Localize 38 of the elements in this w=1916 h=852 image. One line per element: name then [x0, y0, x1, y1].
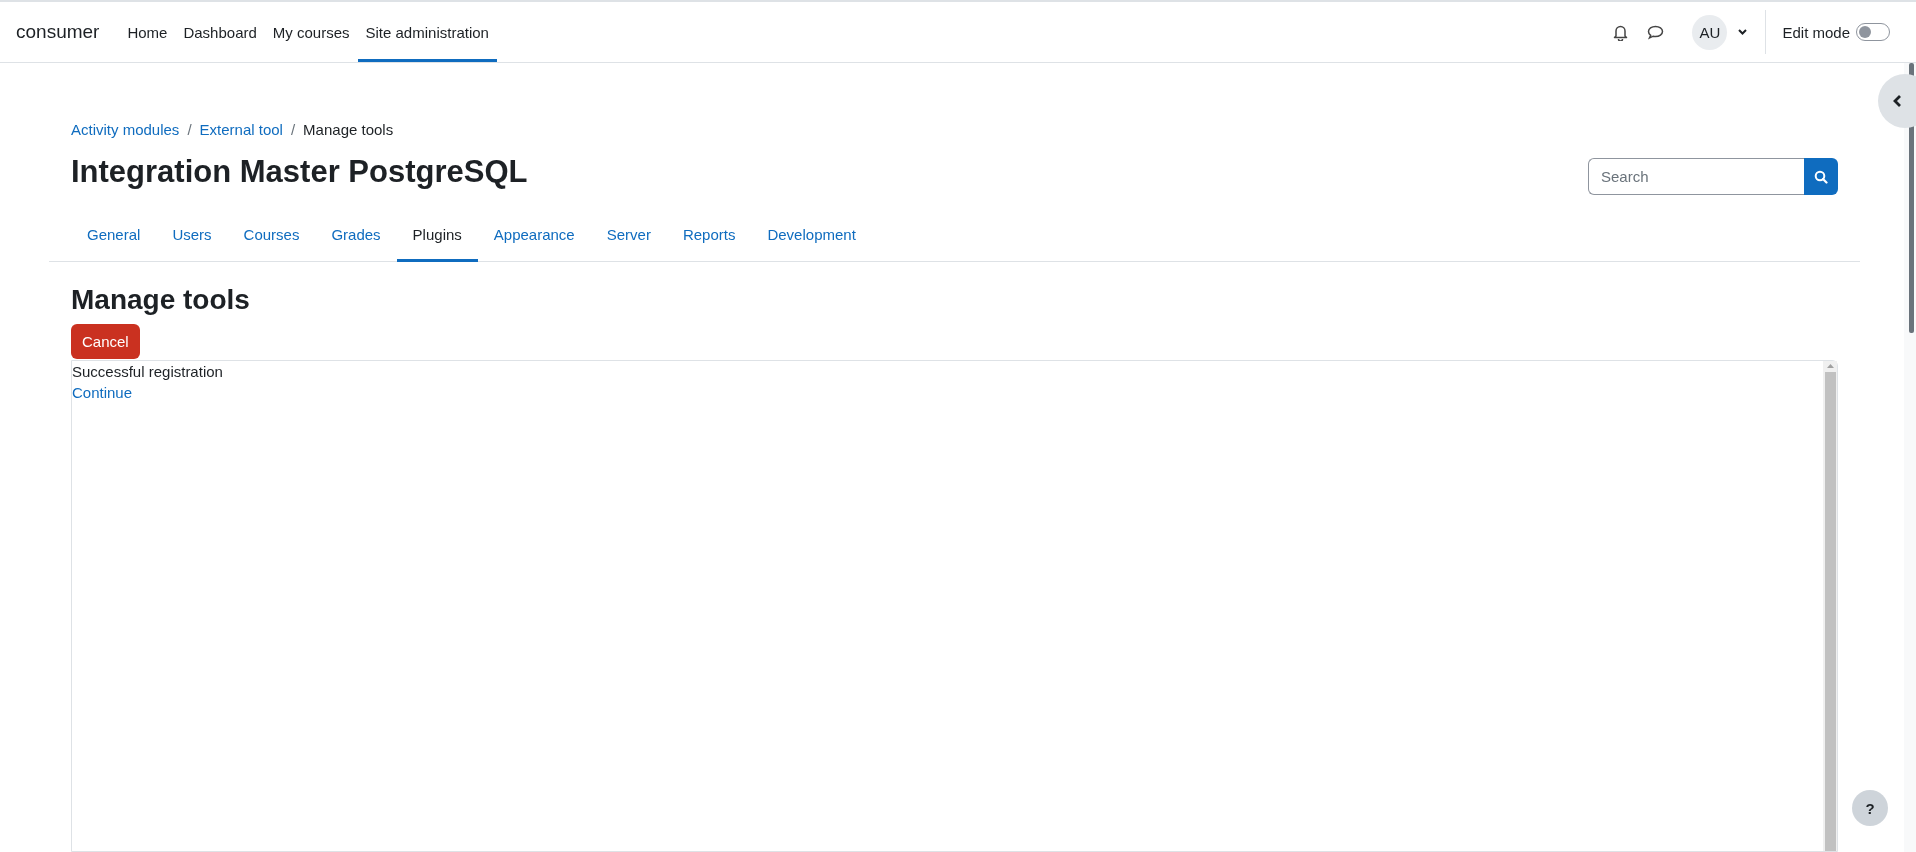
admin-tab[interactable]: General [71, 212, 157, 262]
admin-tab[interactable]: Development [751, 212, 872, 262]
nav-link[interactable]: Site administration [357, 5, 497, 62]
status-message: Successful registration [72, 363, 224, 380]
help-button[interactable]: ? [1852, 790, 1888, 826]
admin-tab[interactable]: Users [156, 212, 228, 262]
chat-bubble-icon[interactable] [1647, 24, 1665, 40]
edit-mode-label: Edit mode [1782, 23, 1850, 41]
continue-link[interactable]: Continue [72, 384, 133, 401]
frame-scrollbar[interactable] [1823, 361, 1837, 851]
admin-tab[interactable]: Grades [315, 212, 397, 262]
admin-tab[interactable]: Server [590, 212, 667, 262]
admin-tab[interactable]: Plugins [396, 212, 478, 262]
caret-icon[interactable] [1738, 29, 1748, 35]
admin-tab[interactable]: Appearance [477, 212, 591, 262]
nav-link[interactable]: My courses [264, 5, 358, 62]
page-scrollbar[interactable] [1904, 63, 1916, 852]
admin-tab[interactable]: Reports [666, 212, 752, 262]
page-title: Integration Master PostgreSQL [71, 154, 528, 190]
chevron-left-icon [1893, 94, 1902, 108]
breadcrumb-item: Manage tools [303, 121, 394, 138]
breadcrumb-item[interactable]: External tool [199, 121, 283, 138]
drawer-toggle-button[interactable] [1878, 74, 1916, 128]
breadcrumb-separator: / [187, 121, 192, 138]
search-icon [1814, 169, 1828, 184]
breadcrumb-separator: / [290, 121, 296, 138]
admin-tab[interactable]: Courses [227, 212, 316, 262]
nav-link[interactable]: Dashboard [175, 5, 265, 62]
search-button[interactable] [1804, 158, 1838, 195]
user-avatar[interactable]: AU [1692, 14, 1728, 50]
search-field[interactable]: Search [1588, 158, 1804, 195]
site-name[interactable]: consumer [16, 21, 100, 43]
edit-mode-toggle[interactable] [1856, 23, 1890, 41]
bell-icon[interactable] [1613, 23, 1629, 41]
nav-link[interactable]: Home [119, 5, 176, 62]
section-heading: Manage tools [71, 284, 251, 316]
cancel-button[interactable]: Cancel [71, 324, 140, 359]
breadcrumb-item[interactable]: Activity modules [71, 121, 180, 138]
